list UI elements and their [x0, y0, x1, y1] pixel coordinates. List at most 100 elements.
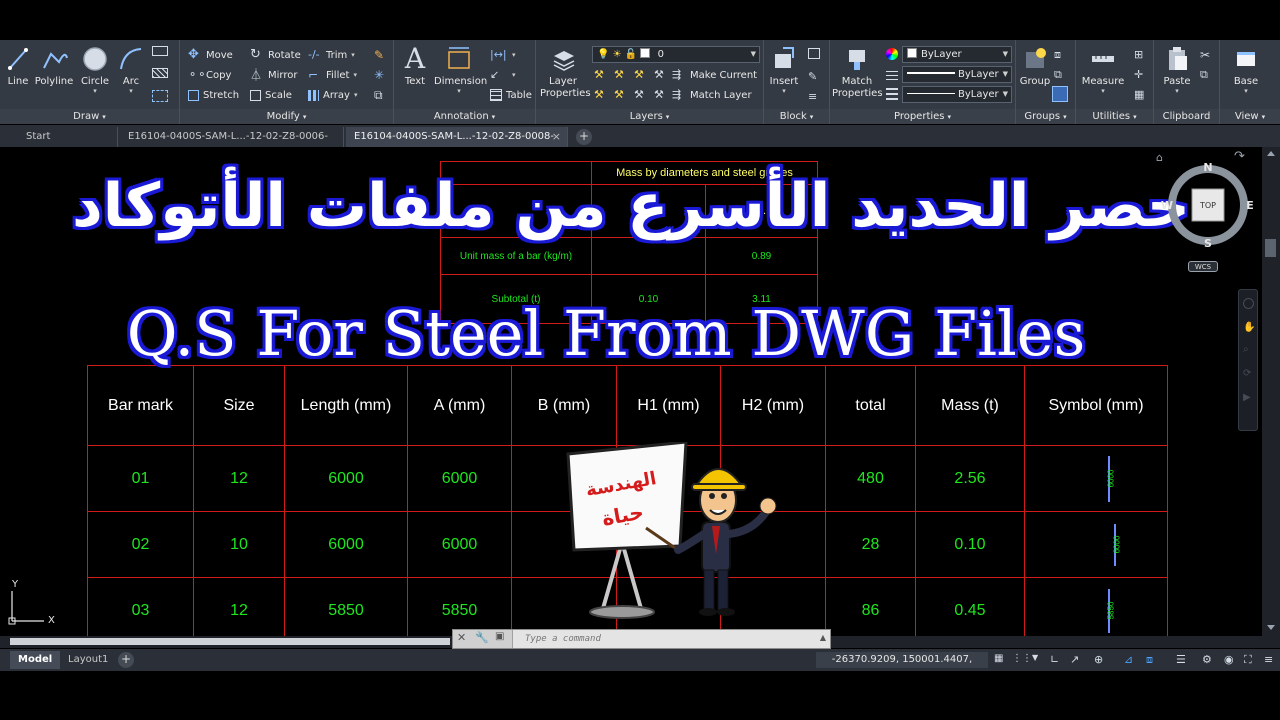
create-block-icon[interactable]	[808, 48, 820, 59]
polyline-button[interactable]: Polyline	[34, 44, 74, 87]
line-button[interactable]: Line	[4, 44, 32, 87]
vertical-scrollbar[interactable]	[1262, 147, 1280, 636]
insert-button[interactable]: Insert ▾	[766, 44, 802, 95]
panel-expand-icon[interactable]: ▾	[948, 113, 952, 121]
chevron-down-icon[interactable]: ▾	[354, 91, 358, 99]
viewcube[interactable]: TOP N S E W	[1160, 157, 1256, 253]
text-button[interactable]: A Text	[400, 44, 430, 88]
panel-expand-icon[interactable]: ▾	[810, 113, 814, 121]
mirror-button[interactable]: ⏃ Mirror	[250, 66, 297, 84]
chevron-down-icon[interactable]: ▼	[1003, 67, 1008, 82]
layer-tool-icon[interactable]: ⚒	[654, 88, 670, 104]
chevron-up-icon[interactable]: ▲	[820, 633, 826, 642]
block-attribute-icon[interactable]: ≡	[808, 90, 824, 106]
scroll-down-icon[interactable]	[1267, 625, 1275, 630]
chevron-down-icon[interactable]: ▾	[116, 87, 146, 95]
drawing-canvas[interactable]: Mass by diameters and steel grades T 10 …	[0, 147, 1262, 636]
model-space-icon[interactable]: ▦	[994, 653, 1008, 667]
customize-menu-icon[interactable]: ≡	[1264, 653, 1278, 667]
color-dropdown[interactable]: ByLayer ▼	[902, 46, 1012, 63]
zoom-icon[interactable]: ⌕	[1243, 344, 1249, 355]
copy-button[interactable]: ⚬⚬ Copy	[188, 66, 231, 84]
new-layout-button[interactable]: +	[118, 652, 134, 668]
rectangle-icon[interactable]	[152, 46, 168, 56]
scale-button[interactable]: Scale	[250, 86, 292, 104]
layer-dropdown[interactable]: 💡 ☀ 🔓 0 ▼	[592, 46, 760, 63]
polar-icon[interactable]: ↗	[1070, 653, 1084, 667]
group-select-icon[interactable]	[1052, 86, 1068, 102]
workspace-icon[interactable]: ⚙	[1202, 653, 1216, 667]
grid-icon[interactable]: ⋮⋮	[1012, 653, 1032, 667]
stretch-button[interactable]: Stretch	[188, 86, 239, 104]
chevron-down-icon[interactable]: ▾	[1228, 87, 1264, 95]
new-tab-button[interactable]: +	[576, 129, 592, 145]
chevron-down-icon[interactable]: ▾	[766, 87, 802, 95]
command-input[interactable]	[525, 631, 815, 647]
layer-tool-icon[interactable]: ⚒	[634, 68, 650, 84]
move-button[interactable]: ✥ Move	[188, 46, 233, 64]
ortho-icon[interactable]: ∟	[1050, 653, 1064, 667]
make-current-button[interactable]: ⇶ Make Current	[672, 66, 757, 84]
panel-expand-icon[interactable]: ▾	[303, 113, 307, 121]
chevron-down-icon[interactable]: ▼	[1003, 87, 1008, 102]
coordinate-readout[interactable]: -26370.9209, 150001.4407, 0.0000	[816, 652, 988, 681]
pan-icon[interactable]: ✋	[1243, 322, 1255, 333]
showmotion-icon[interactable]: ▶	[1243, 392, 1251, 403]
panel-expand-icon[interactable]: ▾	[1262, 113, 1266, 121]
wrench-icon[interactable]: 🔧	[475, 631, 489, 644]
circle-button[interactable]: Circle ▾	[78, 44, 112, 95]
close-icon[interactable]: ✕	[457, 631, 466, 644]
cut-icon[interactable]: ✂	[1200, 48, 1216, 64]
panel-expand-icon[interactable]: ▾	[666, 113, 670, 121]
id-point-icon[interactable]: ✛	[1134, 68, 1150, 84]
layer-tool-icon[interactable]: ⚒	[594, 88, 610, 104]
lineweight-toggle-icon[interactable]: ⊿	[1124, 653, 1138, 667]
linear-dim-button[interactable]: |↔| ▾	[490, 46, 516, 64]
layer-tool-icon[interactable]: ⚒	[614, 88, 630, 104]
edit-block-icon[interactable]: ✎	[808, 70, 824, 86]
leader-button[interactable]: ↙ ▾	[490, 66, 516, 84]
osnap-icon[interactable]: ⊕	[1094, 653, 1108, 667]
snap-icon[interactable]: ▼	[1032, 653, 1046, 667]
fillet-button[interactable]: ⌐ Fillet ▾	[308, 66, 357, 84]
scroll-thumb[interactable]	[10, 638, 450, 645]
array-button[interactable]: Array ▾	[308, 86, 357, 104]
layer-tool-icon[interactable]: ⚒	[654, 68, 670, 84]
rotate-view-icon[interactable]: ↷	[1234, 149, 1245, 164]
recent-commands-icon[interactable]: ▣	[495, 631, 504, 642]
measure-button[interactable]: Measure ▾	[1078, 44, 1128, 95]
layer-tool-icon[interactable]: ⚒	[614, 68, 630, 84]
chevron-down-icon[interactable]: ▾	[512, 51, 516, 59]
arc-button[interactable]: Arc ▾	[116, 44, 146, 95]
tab-start[interactable]: Start	[18, 127, 118, 147]
explode-icon[interactable]: ✳	[374, 68, 390, 84]
steering-wheel-icon[interactable]	[1243, 298, 1254, 309]
fullscreen-icon[interactable]: ⛶	[1244, 653, 1258, 667]
table-button[interactable]: Table	[490, 86, 532, 104]
panel-expand-icon[interactable]: ▾	[492, 113, 496, 121]
chevron-down-icon[interactable]: ▾	[434, 87, 484, 95]
transparency-icon[interactable]: ⧈	[1146, 653, 1160, 667]
paste-button[interactable]: Paste ▾	[1156, 44, 1198, 95]
quick-select-icon[interactable]: ⊞	[1134, 48, 1150, 64]
group-edit-icon[interactable]: ⧉	[1054, 68, 1070, 84]
chevron-down-icon[interactable]: ▾	[353, 71, 357, 79]
calculator-icon[interactable]: ▦	[1134, 88, 1150, 104]
tab-drawing-0006[interactable]: E16104-0400S-SAM-L...-12-02-Z8-0006-00*	[120, 127, 344, 162]
layer-tool-icon[interactable]: ⚒	[634, 88, 650, 104]
panel-expand-icon[interactable]: ▾	[102, 113, 106, 121]
chevron-down-icon[interactable]: ▼	[751, 47, 756, 62]
tab-layout1[interactable]: Layout1	[60, 651, 116, 669]
lineweight-dropdown[interactable]: ByLayer ▼	[902, 86, 1012, 103]
match-layer-button[interactable]: ⇶ Match Layer	[672, 86, 752, 104]
base-button[interactable]: Base ▾	[1228, 44, 1264, 95]
isolate-icon[interactable]: ◉	[1224, 653, 1238, 667]
group-button[interactable]: Group	[1018, 44, 1052, 87]
chevron-down-icon[interactable]: ▾	[512, 71, 516, 79]
offset-icon[interactable]: ⧉	[374, 88, 390, 104]
copy-clip-icon[interactable]: ⧉	[1200, 68, 1216, 84]
orbit-icon[interactable]: ⟳	[1243, 368, 1251, 379]
hatch-icon[interactable]	[152, 68, 168, 78]
erase-icon[interactable]: ✎	[374, 48, 390, 64]
trim-button[interactable]: -/- Trim ▾	[308, 46, 355, 64]
